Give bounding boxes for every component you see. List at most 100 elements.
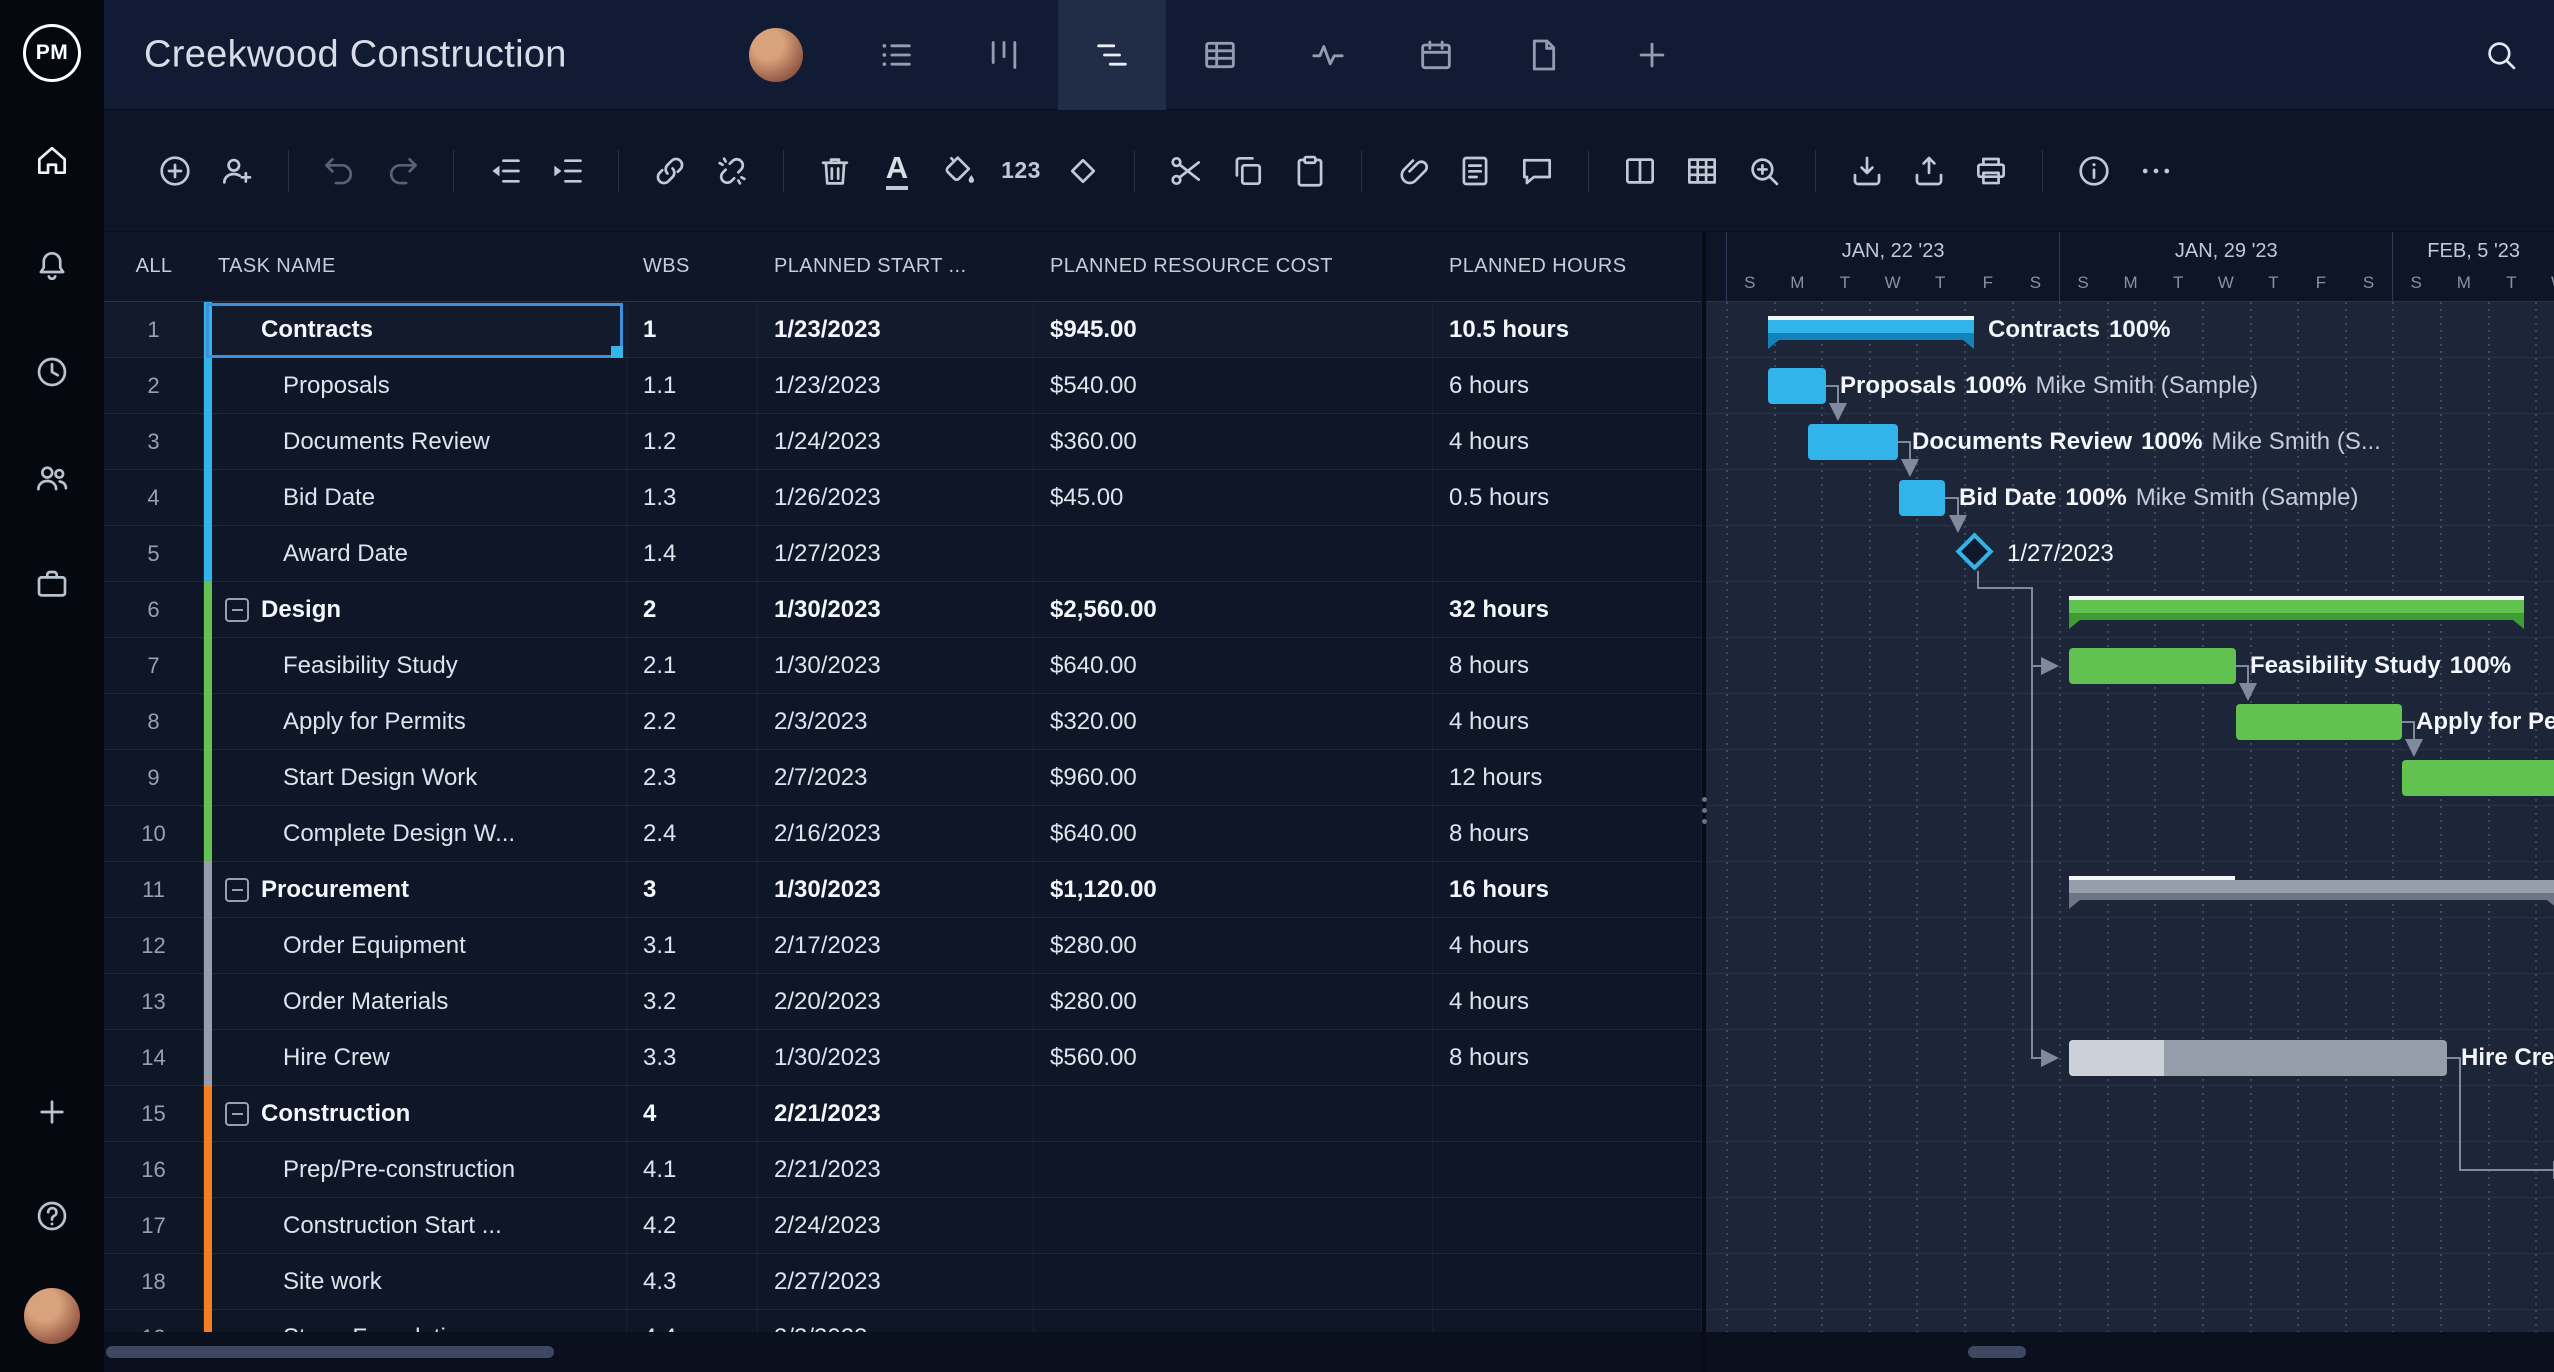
task-name-cell[interactable]: Apply for Permits [204, 694, 627, 750]
planned-hours-cell[interactable]: 4 hours [1433, 918, 1702, 974]
copy-button[interactable] [1222, 143, 1274, 199]
planned-start-cell[interactable]: 1/24/2023 [758, 414, 1034, 470]
tab-list[interactable] [842, 0, 950, 110]
team-button[interactable] [20, 446, 84, 510]
table-row[interactable]: 5 Award Date 1.4 1/27/2023 [104, 526, 1702, 582]
splitter-grip-icon[interactable] [1700, 788, 1708, 832]
planned-hours-cell[interactable]: 8 hours [1433, 806, 1702, 862]
planned-hours-cell[interactable] [1433, 1198, 1702, 1254]
planned-start-cell[interactable]: 2/21/2023 [758, 1086, 1034, 1142]
planned-start-cell[interactable]: 2/17/2023 [758, 918, 1034, 974]
planned-start-cell[interactable]: 2/20/2023 [758, 974, 1034, 1030]
planned-start-cell[interactable]: 2/24/2023 [758, 1198, 1034, 1254]
paste-button[interactable] [1284, 143, 1336, 199]
user-avatar[interactable] [24, 1288, 80, 1344]
table-row[interactable]: 13 Order Materials 3.2 2/20/2023 $280.00 4 ho… [104, 974, 1702, 1030]
table-row[interactable]: 6 Design 2 1/30/2023 $2,560.00 32 hours [104, 582, 1702, 638]
grid-button[interactable] [1676, 143, 1728, 199]
task-name-cell[interactable]: Order Equipment [204, 918, 627, 974]
table-row[interactable]: 11 Procurement 3 1/30/2023 $1,120.00 16 hours [104, 862, 1702, 918]
wbs-cell[interactable]: 4.3 [627, 1254, 758, 1310]
task-name-cell[interactable]: Construction Start ... [204, 1198, 627, 1254]
gantt-task-bar[interactable] [2069, 1040, 2447, 1076]
number-format-button[interactable]: 123 [995, 143, 1047, 199]
comment-button[interactable] [1511, 143, 1563, 199]
wbs-cell[interactable]: 1.1 [627, 358, 758, 414]
tab-calendar[interactable] [1382, 0, 1490, 110]
planned-hours-cell[interactable]: 4 hours [1433, 414, 1702, 470]
planned-hours-cell[interactable]: 0.5 hours [1433, 470, 1702, 526]
planned-cost-cell[interactable]: $280.00 [1034, 918, 1433, 974]
export-button[interactable] [1903, 143, 1955, 199]
planned-cost-cell[interactable]: $945.00 [1034, 302, 1433, 358]
planned-start-cell[interactable]: 1/30/2023 [758, 1030, 1034, 1086]
planned-hours-cell[interactable] [1433, 1254, 1702, 1310]
gantt-task-bar[interactable] [1768, 368, 1826, 404]
task-name-cell[interactable]: Order Materials [204, 974, 627, 1030]
tab-board[interactable] [950, 0, 1058, 110]
wbs-cell[interactable]: 4.4 [627, 1310, 758, 1332]
delete-button[interactable] [809, 143, 861, 199]
plus-button[interactable] [20, 1080, 84, 1144]
planned-start-cell[interactable]: 1/30/2023 [758, 638, 1034, 694]
wbs-cell[interactable]: 4.1 [627, 1142, 758, 1198]
wbs-cell[interactable]: 1.2 [627, 414, 758, 470]
task-name-cell[interactable]: Contracts [204, 302, 627, 358]
gantt-milestone[interactable] [1955, 532, 1994, 571]
redo-button[interactable] [376, 143, 428, 199]
tab-sheet[interactable] [1166, 0, 1274, 110]
planned-start-cell[interactable]: 1/30/2023 [758, 582, 1034, 638]
col-header-wbs[interactable]: WBS [627, 255, 758, 278]
col-header-planned-start[interactable]: PLANNED START ... [758, 255, 1034, 278]
task-name-cell[interactable]: Documents Review [204, 414, 627, 470]
planned-start-cell[interactable]: 2/3/2023 [758, 694, 1034, 750]
planned-cost-cell[interactable] [1034, 1086, 1433, 1142]
tab-plus[interactable] [1598, 0, 1706, 110]
table-row[interactable]: 10 Complete Design W... 2.4 2/16/2023 $640.0… [104, 806, 1702, 862]
wbs-cell[interactable]: 3 [627, 862, 758, 918]
task-name-cell[interactable]: Procurement [204, 862, 627, 918]
table-row[interactable]: 8 Apply for Permits 2.2 2/3/2023 $320.00 4 ho… [104, 694, 1702, 750]
task-name-cell[interactable]: Stone Foundation [204, 1310, 627, 1332]
planned-hours-cell[interactable]: 32 hours [1433, 582, 1702, 638]
collapse-toggle[interactable] [225, 1102, 249, 1126]
wbs-cell[interactable]: 1.4 [627, 526, 758, 582]
attach-button[interactable] [1387, 143, 1439, 199]
collapse-toggle[interactable] [225, 598, 249, 622]
wbs-cell[interactable]: 4 [627, 1086, 758, 1142]
undo-button[interactable] [314, 143, 366, 199]
wbs-cell[interactable]: 4.2 [627, 1198, 758, 1254]
gantt-summary-bar[interactable] [2069, 876, 2554, 909]
table-row[interactable]: 17 Construction Start ... 4.2 2/24/2023 [104, 1198, 1702, 1254]
gantt-task-bar[interactable] [2069, 648, 2236, 684]
planned-cost-cell[interactable]: $2,560.00 [1034, 582, 1433, 638]
planned-cost-cell[interactable]: $560.00 [1034, 1030, 1433, 1086]
gantt-task-bar[interactable] [1808, 424, 1898, 460]
wbs-cell[interactable]: 3.2 [627, 974, 758, 1030]
planned-start-cell[interactable]: 2/16/2023 [758, 806, 1034, 862]
zoom-in-button[interactable] [1738, 143, 1790, 199]
panel-splitter[interactable] [1700, 232, 1708, 1372]
wbs-cell[interactable]: 2.2 [627, 694, 758, 750]
planned-hours-cell[interactable] [1433, 526, 1702, 582]
planned-start-cell[interactable]: 1/23/2023 [758, 302, 1034, 358]
wbs-cell[interactable]: 2.4 [627, 806, 758, 862]
assign-button[interactable] [211, 143, 263, 199]
planned-start-cell[interactable]: 1/26/2023 [758, 470, 1034, 526]
wbs-cell[interactable]: 3.3 [627, 1030, 758, 1086]
filter-all-dropdown[interactable]: ALL [104, 255, 204, 278]
link-button[interactable] [644, 143, 696, 199]
task-name-cell[interactable]: Feasibility Study [204, 638, 627, 694]
table-row[interactable]: 2 Proposals 1.1 1/23/2023 $540.00 6 hours [104, 358, 1702, 414]
gantt-task-bar[interactable] [2402, 760, 2554, 796]
planned-hours-cell[interactable] [1433, 1086, 1702, 1142]
task-name-cell[interactable]: Hire Crew [204, 1030, 627, 1086]
task-name-cell[interactable]: Award Date [204, 526, 627, 582]
task-name-cell[interactable]: Bid Date [204, 470, 627, 526]
briefcase-button[interactable] [20, 552, 84, 616]
table-row[interactable]: 9 Start Design Work 2.3 2/7/2023 $960.00 12 h… [104, 750, 1702, 806]
wbs-cell[interactable]: 1.3 [627, 470, 758, 526]
project-owner-avatar[interactable] [749, 27, 803, 82]
planned-hours-cell[interactable]: 10.5 hours [1433, 302, 1702, 358]
gantt-task-bar[interactable] [1899, 480, 1945, 516]
